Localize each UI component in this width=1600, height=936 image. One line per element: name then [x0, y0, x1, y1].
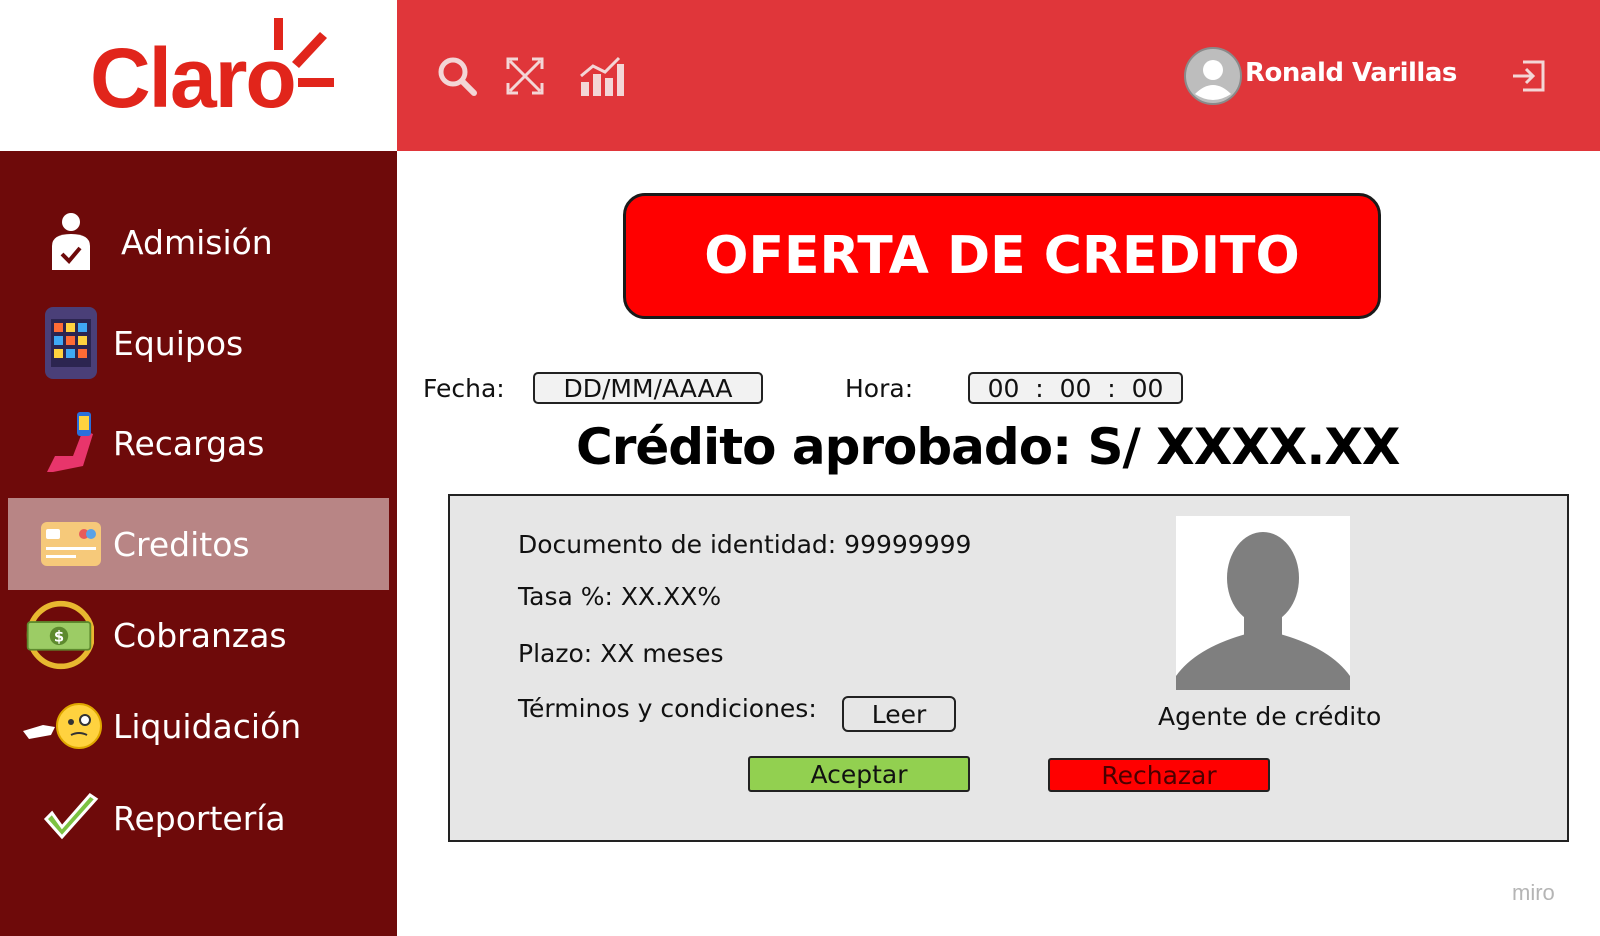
phone-apps-icon — [36, 307, 106, 379]
user-avatar-icon[interactable] — [1183, 46, 1243, 106]
credit-details-panel: Documento de identidad: 99999999 Tasa %:… — [448, 494, 1569, 842]
person-check-icon — [36, 207, 106, 277]
sidebar: Admisión Equipos Recargas Creditos $ Cob… — [0, 151, 397, 936]
claro-logo-rays-icon — [274, 18, 334, 87]
banner-title: OFERTA DE CREDITO — [704, 226, 1300, 286]
leer-button[interactable]: Leer — [842, 696, 956, 732]
agent-photo — [1176, 516, 1350, 690]
sidebar-item-label: Recargas — [113, 423, 265, 463]
sidebar-item-recargas[interactable]: Recargas — [8, 397, 389, 489]
sidebar-item-cobranzas[interactable]: $ Cobranzas — [8, 589, 389, 681]
sidebar-item-label: Cobranzas — [113, 615, 287, 655]
top-bar: Ronald Varillas — [397, 0, 1600, 151]
checkmark-icon — [36, 783, 106, 853]
money-icon: $ — [24, 600, 94, 670]
credit-card-icon — [36, 509, 106, 579]
terminos-label: Términos y condiciones: — [518, 694, 817, 723]
fecha-field[interactable]: DD/MM/AAAA — [533, 372, 763, 404]
reject-button[interactable]: Rechazar — [1048, 758, 1270, 792]
search-icon[interactable] — [433, 52, 481, 100]
logo-area: Claro — [0, 0, 397, 151]
sidebar-item-label: Equipos — [113, 323, 244, 363]
offer-banner: OFERTA DE CREDITO — [623, 193, 1381, 319]
svg-text:$: $ — [54, 628, 64, 645]
analytics-chart-icon[interactable] — [577, 52, 625, 100]
sidebar-item-equipos[interactable]: Equipos — [8, 297, 389, 389]
hora-label: Hora: — [845, 374, 914, 403]
approved-credit-amount: Crédito aprobado: S/ XXXX.XX — [576, 418, 1400, 476]
user-name[interactable]: Ronald Varillas — [1245, 58, 1457, 88]
logout-icon[interactable] — [1509, 56, 1549, 96]
accept-button[interactable]: Aceptar — [748, 756, 970, 792]
sidebar-item-label: Creditos — [113, 524, 250, 564]
sidebar-item-creditos[interactable]: Creditos — [8, 498, 389, 590]
hora-field[interactable]: 00 : 00 : 00 — [968, 372, 1183, 404]
sidebar-item-liquidacion[interactable]: Liquidación — [8, 680, 389, 772]
person-silhouette-icon — [1176, 532, 1350, 690]
hand-phone-icon — [36, 408, 106, 478]
expand-arrows-icon[interactable] — [501, 52, 549, 100]
sidebar-item-label: Admisión — [121, 222, 273, 262]
sidebar-item-admision[interactable]: Admisión — [8, 196, 389, 288]
plazo-text: Plazo: XX meses — [518, 639, 724, 668]
agent-label: Agente de crédito — [1158, 702, 1382, 731]
fecha-label: Fecha: — [423, 374, 505, 403]
tasa-text: Tasa %: XX.XX% — [518, 582, 722, 611]
sidebar-item-label: Reportería — [113, 798, 286, 838]
sidebar-item-reporteria[interactable]: Reportería — [8, 772, 389, 864]
face-pointing-icon — [18, 691, 108, 761]
miro-watermark: miro — [1512, 880, 1555, 905]
sidebar-item-label: Liquidación — [113, 706, 302, 746]
documento-text: Documento de identidad: 99999999 — [518, 530, 972, 559]
